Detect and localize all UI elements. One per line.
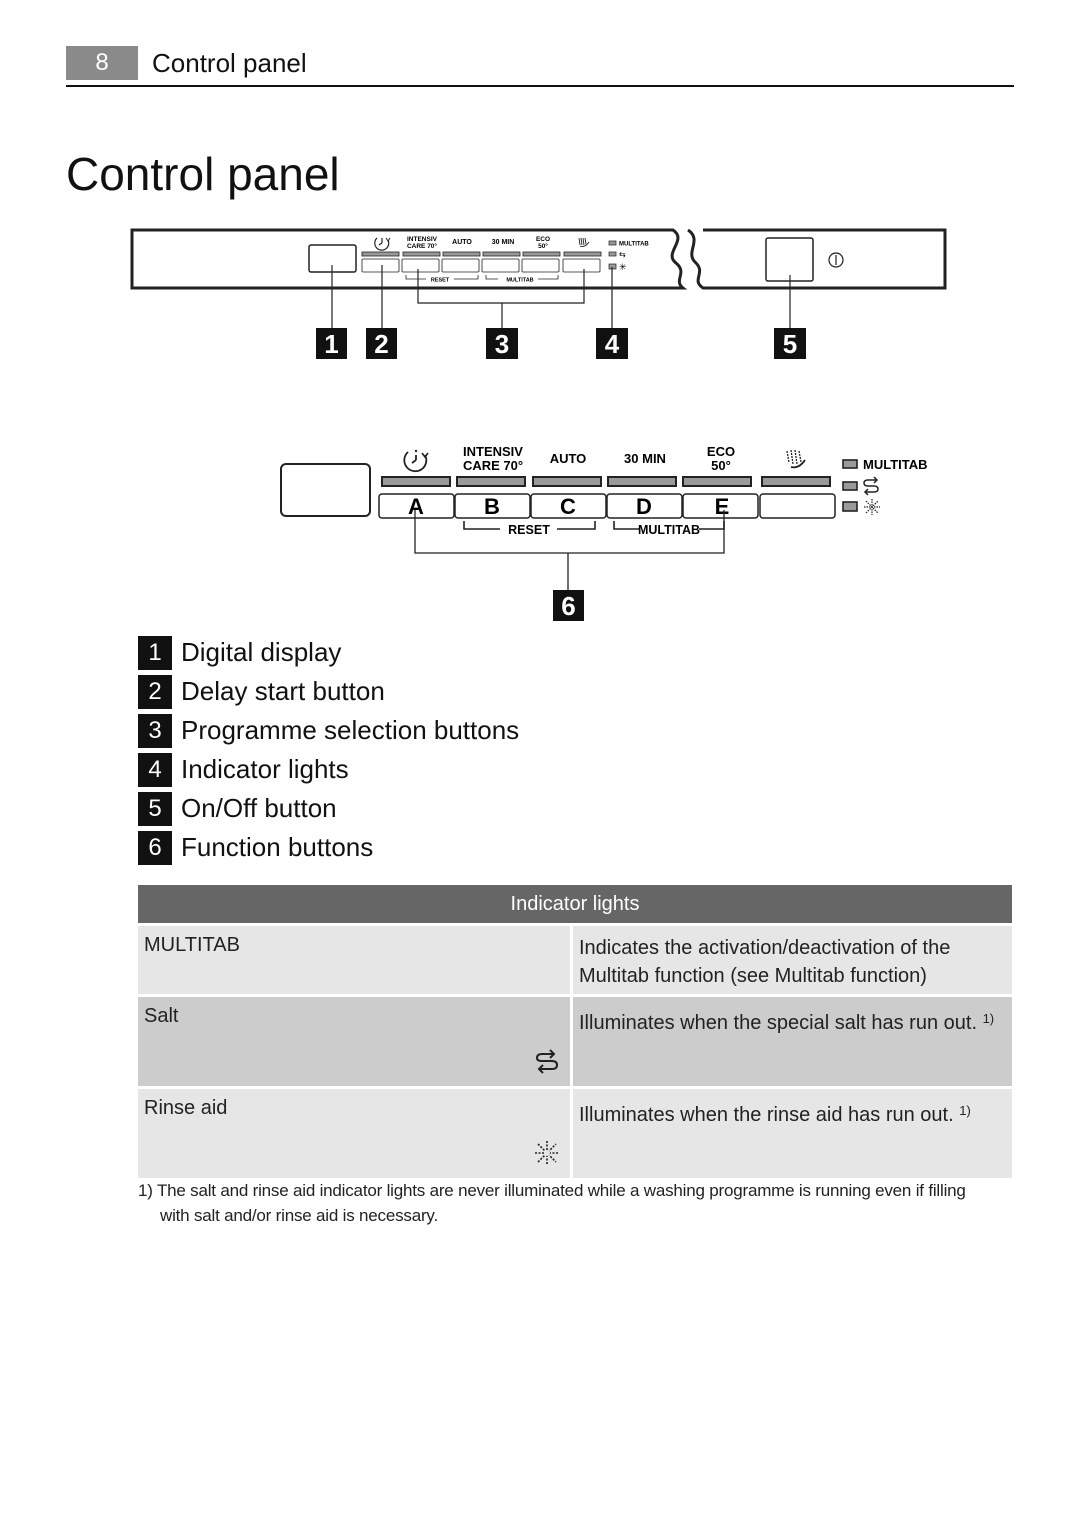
footnote-ref[interactable]: 1)	[983, 1011, 995, 1026]
footnote: 1) The salt and rinse aid indicator ligh…	[138, 1178, 1018, 1228]
legend-number: 4	[138, 752, 172, 787]
bracket-reset-label: RESET	[431, 278, 450, 284]
button-b[interactable]: B	[454, 493, 531, 519]
footnote-ref[interactable]: 1)	[959, 1103, 971, 1118]
indicator-description: Indicates the activation/deactivation of…	[579, 937, 951, 987]
delay-start-icon	[403, 449, 429, 473]
label-care70: CARE 70°	[463, 458, 523, 473]
label-eco: ECO	[536, 236, 550, 243]
svg-text:4: 4	[605, 329, 620, 359]
svg-text:C: C	[560, 494, 576, 519]
svg-text:2: 2	[374, 329, 388, 359]
rinse-hand-icon	[786, 449, 806, 469]
label-30min: 30 MIN	[624, 451, 666, 466]
legend-label: Digital display	[181, 637, 342, 667]
label-auto: AUTO	[452, 239, 472, 246]
legend-label: Programme selection buttons	[181, 715, 520, 745]
rinse-aid-icon	[864, 499, 880, 515]
section-title: Control panel	[152, 48, 307, 78]
legend-label: On/Off button	[181, 793, 337, 823]
footnote-marker: 1)	[138, 1181, 153, 1200]
bracket-multitab-label: MULTITAB	[506, 278, 533, 284]
footnote-text: The salt and rinse aid indicator lights …	[156, 1181, 966, 1200]
label-eco50: 50°	[538, 242, 548, 250]
control-panel-overview-diagram: INTENSIV CARE 70° AUTO 30 MIN ECO 50° RE…	[130, 228, 947, 359]
indicator-name: Rinse aid	[144, 1097, 228, 1119]
legend-number: 5	[138, 791, 172, 826]
label-multitab: MULTITAB	[619, 242, 649, 248]
indicator-lights-table: Indicator lights MULTITAB Indicates the …	[138, 885, 1012, 1178]
legend-item: 2 Delay start button	[138, 672, 519, 711]
header-divider	[66, 85, 1014, 87]
legend-item: 4 Indicator lights	[138, 750, 519, 789]
page-title: Control panel	[66, 148, 340, 200]
on-off-button	[765, 237, 814, 282]
svg-text:D: D	[636, 494, 652, 519]
label-care70: CARE 70°	[407, 242, 437, 250]
legend-item: 6 Function buttons	[138, 828, 519, 867]
svg-text:3: 3	[495, 329, 509, 359]
label-eco: ECO	[707, 444, 735, 459]
callout-4: 4	[596, 328, 628, 359]
legend-number: 2	[138, 674, 172, 709]
callout-legend: 1 Digital display 2 Delay start button 3…	[138, 633, 519, 867]
table-title: Indicator lights	[138, 885, 1012, 923]
table-row: Salt Illuminates when the special salt h…	[138, 994, 1012, 1086]
label-multitab: MULTITAB	[863, 457, 928, 472]
panel-outline-right	[687, 228, 947, 290]
button-d[interactable]: D	[606, 493, 683, 519]
legend-item: 3 Programme selection buttons	[138, 711, 519, 750]
legend-item: 5 On/Off button	[138, 789, 519, 828]
svg-text:6: 6	[561, 591, 575, 621]
salt-icon: ⇆	[619, 250, 626, 259]
indicator-description: Illuminates when the special salt has ru…	[579, 1012, 977, 1034]
svg-text:1: 1	[324, 329, 338, 359]
indicator-name: Salt	[144, 1005, 179, 1027]
legend-label: Delay start button	[181, 676, 385, 706]
bracket-reset-label: RESET	[508, 523, 550, 537]
label-intensiv: INTENSIV	[407, 236, 438, 243]
indicator-name: MULTITAB	[138, 926, 573, 994]
legend-item: 1 Digital display	[138, 633, 519, 672]
legend-label: Indicator lights	[181, 754, 349, 784]
digital-display	[280, 463, 371, 517]
svg-text:B: B	[484, 494, 500, 519]
salt-icon	[863, 476, 879, 496]
button-rinse[interactable]	[759, 493, 836, 519]
salt-icon	[535, 1049, 559, 1074]
label-eco50: 50°	[711, 458, 731, 473]
page-number: 8	[66, 46, 138, 80]
svg-text:5: 5	[783, 329, 797, 359]
label-30min: 30 MIN	[492, 239, 515, 246]
legend-number: 1	[138, 635, 172, 670]
callout-1: 1	[316, 328, 347, 359]
table-row: MULTITAB Indicates the activation/deacti…	[138, 923, 1012, 994]
footnote-text-continued: with salt and/or rinse aid is necessary.	[160, 1206, 438, 1225]
callout-5: 5	[774, 328, 806, 359]
svg-text:E: E	[715, 494, 730, 519]
button-e[interactable]: E	[682, 493, 759, 519]
table-row: Rinse aid Illuminates when the rinse aid…	[138, 1086, 1012, 1178]
indicator-description: Illuminates when the rinse aid has run o…	[579, 1104, 954, 1126]
callout-3: 3	[486, 328, 518, 359]
button-a[interactable]: A	[378, 493, 455, 519]
legend-label: Function buttons	[181, 832, 374, 862]
button-c[interactable]: C	[530, 493, 607, 519]
function-buttons-diagram: INTENSIV CARE 70° AUTO 30 MIN ECO 50° A …	[280, 444, 928, 621]
legend-number: 6	[138, 830, 172, 865]
program-lights	[381, 476, 831, 487]
legend-number: 3	[138, 713, 172, 748]
label-auto: AUTO	[550, 451, 587, 466]
rinse-aid-icon: ✳	[619, 262, 627, 272]
callout-2: 2	[366, 328, 397, 359]
rinse-aid-icon	[535, 1141, 559, 1165]
bracket-multitab-label: MULTITAB	[638, 523, 700, 537]
svg-text:A: A	[408, 494, 424, 519]
callout-6: 6	[553, 590, 584, 621]
label-intensiv: INTENSIV	[463, 444, 523, 459]
